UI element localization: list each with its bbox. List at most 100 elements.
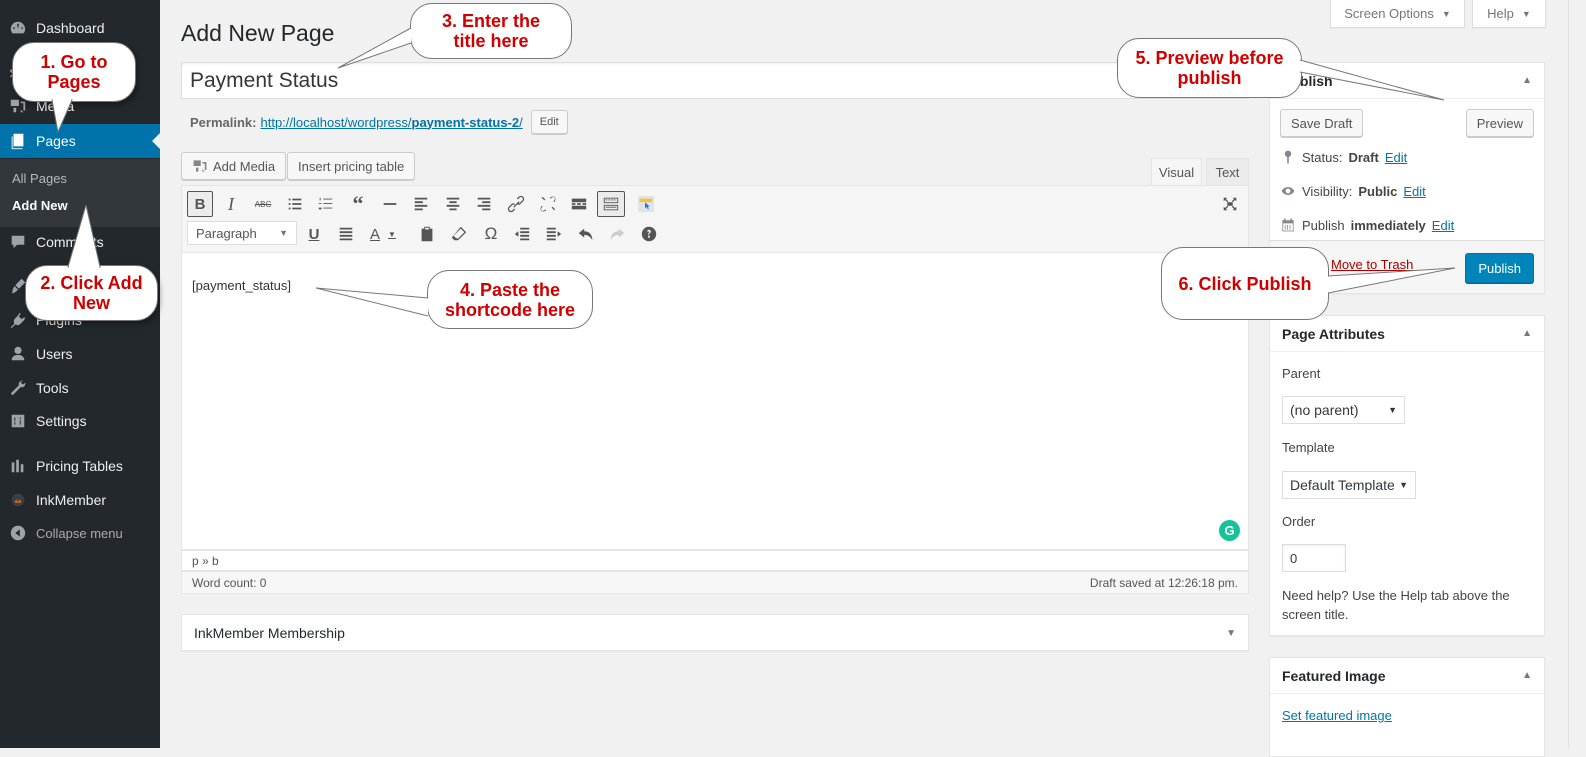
callout-step-4: 4. Paste the shortcode here [427,270,593,329]
collapse-menu-button[interactable]: Collapse menu [0,516,160,550]
add-media-button[interactable]: Add Media [181,152,287,180]
horizontal-line-icon [383,203,397,205]
insert-pricing-table-button[interactable]: Insert pricing table [287,152,416,180]
undo-icon [578,228,593,241]
outdent-button[interactable] [509,221,535,247]
pricing-table-plugin-button[interactable] [633,191,659,217]
align-left-button[interactable] [408,191,434,217]
italic-button[interactable]: I [218,191,244,217]
callout-step-3: 3. Enter the title here [410,3,572,59]
save-draft-button[interactable]: Save Draft [1280,109,1364,137]
pages-icon [0,132,36,150]
redo-button[interactable] [604,221,630,247]
sidebar-item-comments[interactable]: Comments [0,225,160,259]
caret-down-icon: ▼ [1441,8,1451,19]
text-color-button[interactable]: A ▼ [365,221,401,247]
strikethrough-button[interactable]: ABC [250,191,276,217]
set-featured-image-link[interactable]: Set featured image [1282,708,1392,723]
callout-step-1: 1. Go to Pages [12,42,136,102]
sidebar-item-users[interactable]: Users [0,337,160,371]
sidebar-item-inkmember[interactable]: InkMember [0,483,160,517]
sidebar-item-pricing-tables[interactable]: Pricing Tables [0,449,160,483]
page-scrollbar[interactable] [1568,0,1586,748]
preview-button[interactable]: Preview [1465,109,1534,137]
special-character-button[interactable]: Ω [478,221,504,247]
text-color-icon: A [370,225,381,243]
callout-step-6: 6. Click Publish [1161,247,1329,320]
numbered-list-icon [318,197,333,210]
inkmember-membership-box: InkMember Membership ▼ [181,614,1249,651]
caret-down-icon[interactable]: ▼ [1226,628,1236,639]
post-title-input[interactable] [181,62,1249,99]
parent-select[interactable]: (no parent) ▼ [1282,396,1405,424]
move-to-trash-link[interactable]: Move to Trash [1331,257,1413,272]
collapse-icon [0,524,36,542]
horizontal-line-button[interactable] [377,191,403,217]
visibility-value: Public [1358,183,1398,199]
tab-text[interactable]: Text [1206,158,1249,186]
clear-formatting-button[interactable] [446,221,472,247]
quote-icon: “ [352,191,364,216]
outdent-icon [514,227,530,241]
undo-button[interactable] [573,221,599,247]
caret-up-icon[interactable]: ▲ [1522,75,1532,86]
order-input[interactable] [1282,544,1346,572]
grammarly-icon[interactable]: G [1219,520,1240,541]
fullscreen-button[interactable] [1217,191,1243,217]
redo-icon [610,228,625,241]
read-more-button[interactable] [566,191,592,217]
link-icon [507,195,525,213]
page-attributes-box: Page Attributes ▲ Parent (no parent) ▼ Te… [1269,315,1545,636]
justify-button[interactable] [333,221,359,247]
caret-up-icon[interactable]: ▲ [1522,328,1532,339]
bullet-list-button[interactable] [282,191,308,217]
edit-visibility-link[interactable]: Edit [1403,184,1425,199]
featured-image-header[interactable]: Featured Image ▲ [1270,658,1544,694]
bold-button[interactable]: B [187,191,213,217]
align-center-button[interactable] [440,191,466,217]
publish-date-row: Publish immediately Edit [1280,217,1454,233]
underline-icon: U [308,225,320,243]
sidebar-item-dashboard[interactable]: Dashboard [0,11,160,45]
publish-box-header[interactable]: Publish ▲ [1270,63,1544,99]
format-select[interactable]: Paragraph ▼ [187,221,297,245]
template-select[interactable]: Default Template ▼ [1282,471,1416,499]
edit-publish-date-link[interactable]: Edit [1432,218,1454,233]
blockquote-button[interactable]: “ [345,191,371,217]
keyboard-shortcuts-button[interactable] [636,221,662,247]
submenu-add-new[interactable]: Add New [12,198,68,213]
sidebar-item-settings[interactable]: Settings [0,404,160,438]
help-button[interactable]: Help ▼ [1472,0,1546,28]
submenu-all-pages[interactable]: All Pages [12,171,67,186]
element-path: p » b [181,550,1249,571]
align-right-button[interactable] [471,191,497,217]
paste-text-button[interactable] [414,221,440,247]
indent-button[interactable] [541,221,567,247]
screen-options-button[interactable]: Screen Options ▼ [1330,0,1465,28]
align-center-icon [446,197,460,211]
publish-button[interactable]: Publish [1465,253,1534,283]
tab-visual[interactable]: Visual [1151,158,1202,186]
sidebar-item-pages[interactable]: Pages [0,124,160,158]
permalink-link[interactable]: http://localhost/wordpress/payment-statu… [260,115,522,130]
inkmember-box-header[interactable]: InkMember Membership ▼ [182,615,1248,651]
edit-status-link[interactable]: Edit [1385,150,1407,165]
callout-step-2: 2. Click Add New [25,265,158,321]
pin-icon [1284,150,1292,164]
permalink-edit-button[interactable]: Edit [530,110,568,134]
media-icon [193,160,207,172]
unlink-button[interactable] [535,191,561,217]
sidebar-item-tools[interactable]: Tools [0,371,160,405]
underline-button[interactable]: U [301,221,327,247]
caret-down-icon: ▼ [388,229,396,239]
editor-content-area[interactable]: [payment_status] G [181,253,1249,550]
caret-up-icon[interactable]: ▲ [1522,670,1532,681]
permalink: Permalink: http://localhost/wordpress/pa… [190,110,568,134]
editor-toolbar: B I ABC “ Paragraph ▼ U A ▼ Ω [181,185,1249,253]
insert-link-button[interactable] [503,191,529,217]
page-attributes-header[interactable]: Page Attributes ▲ [1270,316,1544,352]
eraser-icon [451,226,467,241]
status-value: Draft [1348,149,1379,165]
toolbar-toggle-button[interactable] [597,191,625,217]
numbered-list-button[interactable] [313,191,339,217]
